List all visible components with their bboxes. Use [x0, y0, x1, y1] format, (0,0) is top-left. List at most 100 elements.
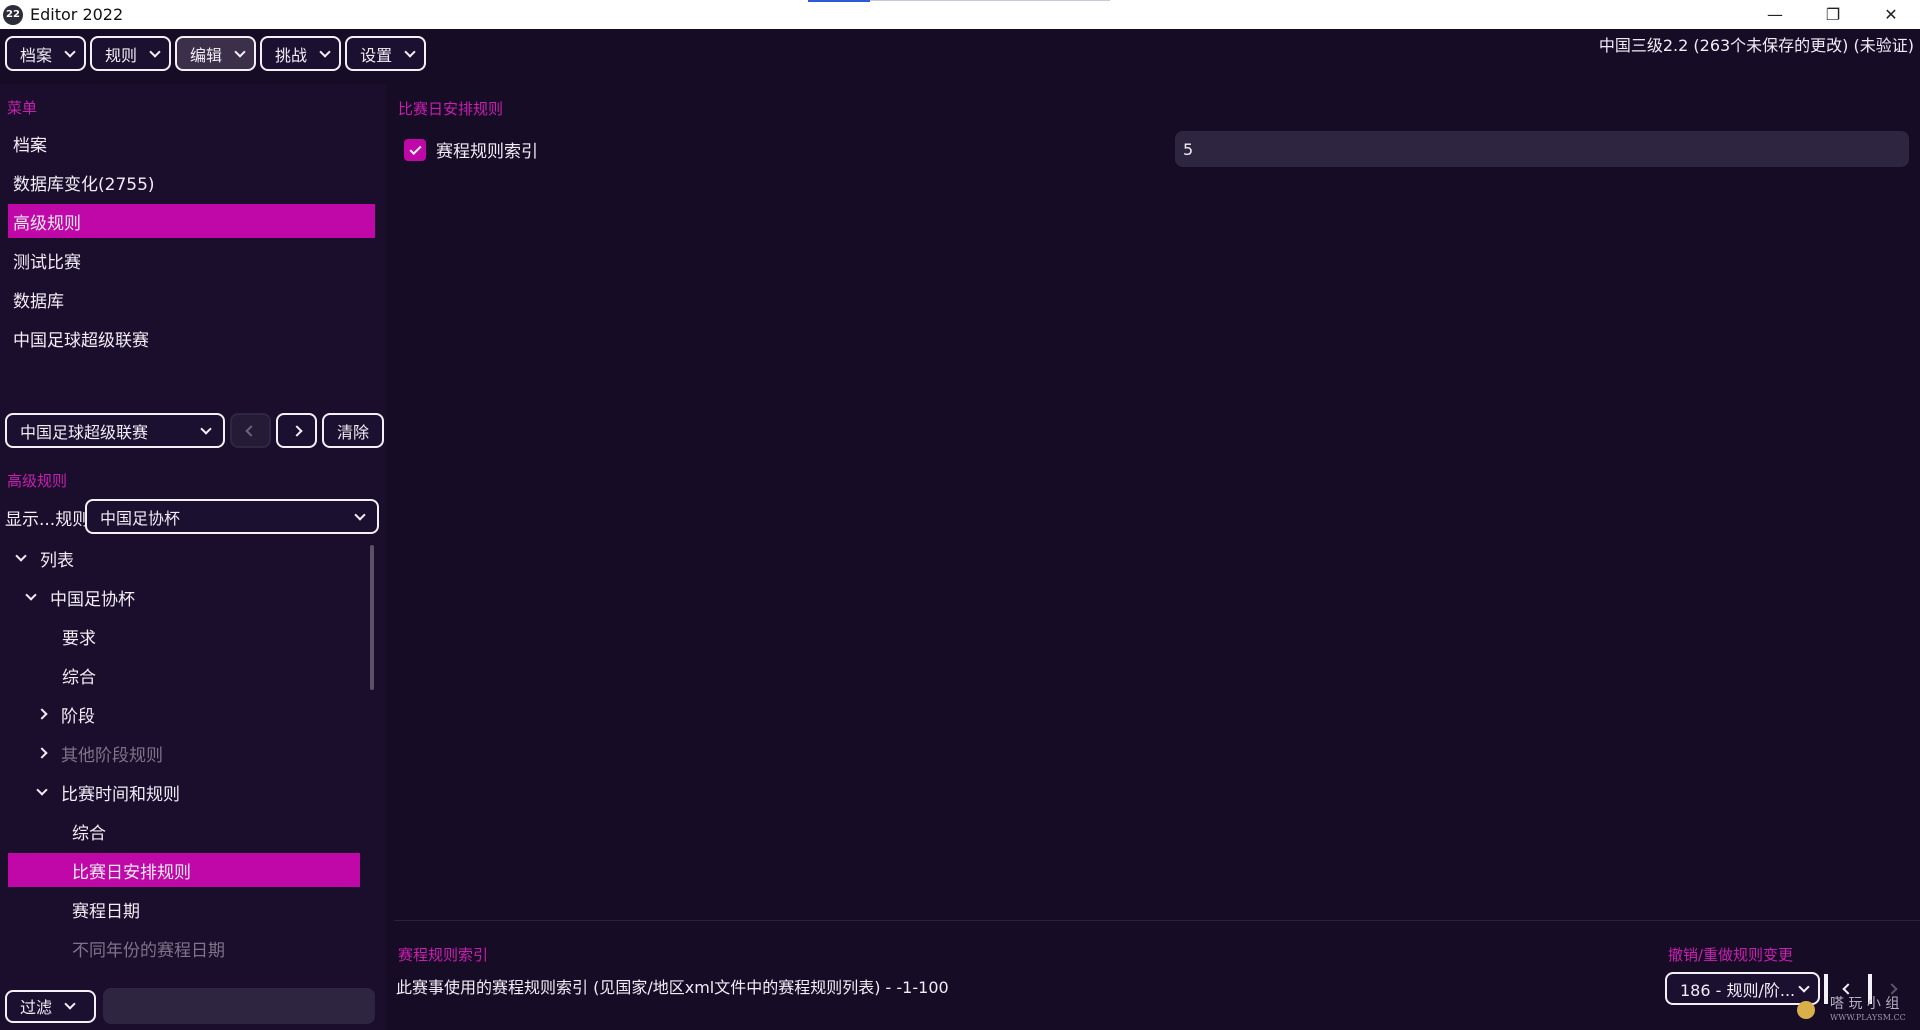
chevron-down-icon	[319, 45, 331, 58]
watermark-url: WWW.PLAYSM.CC	[1830, 1013, 1906, 1022]
watermark-text: 嗒 玩 小 组	[1830, 996, 1900, 1012]
chevron-down-icon	[200, 422, 212, 435]
chevron-down-icon	[25, 589, 37, 601]
minimize-button[interactable]: —	[1746, 0, 1804, 29]
filter-input[interactable]	[103, 988, 375, 1024]
clear-button[interactable]: 清除	[322, 413, 384, 448]
chevron-down-icon	[36, 784, 48, 796]
chevron-down-icon	[149, 45, 161, 58]
tree-item-label: 比赛时间和规则	[61, 784, 180, 805]
filter-button[interactable]: 过滤	[5, 989, 96, 1023]
nav-item-test-match[interactable]: 测试比赛	[8, 243, 375, 277]
restore-button[interactable]: ❐	[1804, 0, 1862, 29]
tree-expand-toggle[interactable]	[35, 747, 49, 759]
rules-section-title: 高级规则	[7, 472, 68, 490]
info-title: 赛程规则索引	[398, 946, 489, 964]
league-select-row: 中国足球超级联赛 清除	[5, 413, 384, 448]
nav-item-advanced-rules[interactable]: 高级规则	[8, 204, 375, 238]
menu-challenge-button[interactable]: 挑战	[260, 36, 342, 71]
league-select-value: 中国足球超级联赛	[20, 422, 149, 442]
menu-rules-label: 规则	[105, 45, 138, 65]
chevron-down-icon	[234, 45, 246, 58]
title-accent-line	[808, 0, 870, 2]
nav-item-label: 数据库	[13, 291, 64, 312]
menu-edit-button[interactable]: 编辑	[175, 36, 257, 71]
tree-item-matchday-rules[interactable]: 比赛日安排规则	[8, 853, 360, 887]
menu-section-title: 菜单	[7, 99, 38, 117]
fixture-rule-checkbox[interactable]	[404, 139, 426, 161]
watermark: 嗒 玩 小 组 WWW.PLAYSM.CC	[1830, 993, 1906, 1022]
filter-label: 过滤	[20, 998, 53, 1017]
tree-item-label: 列表	[40, 550, 74, 571]
menu-file-button[interactable]: 档案	[5, 36, 87, 71]
fixture-rule-value: 5	[1183, 139, 1194, 159]
chevron-down-icon	[64, 998, 76, 1010]
league-select[interactable]: 中国足球超级联赛	[5, 413, 225, 448]
tree-scrollbar[interactable]	[370, 545, 374, 690]
menu-rules-button[interactable]: 规则	[90, 36, 172, 71]
menu-challenge-label: 挑战	[275, 45, 308, 65]
content-section-title: 比赛日安排规则	[398, 100, 504, 118]
title-bar: 22 Editor 2022 — ❐ ✕	[0, 0, 1920, 29]
undo-title: 撤销/重做规则变更	[1668, 946, 1794, 964]
nav-item-label: 高级规则	[13, 213, 81, 234]
nav-item-database-changes[interactable]: 数据库变化(2755)	[8, 165, 375, 199]
top-menu-bar: 档案 规则 编辑 挑战 设置	[5, 36, 427, 71]
nav-item-label: 数据库变化(2755)	[13, 174, 155, 195]
window-title: Editor 2022	[30, 5, 124, 24]
tree-item-general[interactable]: 综合	[62, 658, 96, 692]
chevron-down-icon	[404, 45, 416, 58]
menu-settings-label: 设置	[360, 45, 393, 65]
nav-item-label: 测试比赛	[13, 252, 81, 273]
tree-item-other-stage-rules[interactable]: 其他阶段规则	[35, 736, 163, 770]
tree-expand-toggle[interactable]	[35, 784, 49, 796]
chevron-left-icon	[244, 424, 257, 437]
tree-item-label: 赛程日期	[72, 901, 140, 922]
menu-file-label: 档案	[20, 45, 53, 65]
tree-item-fa-cup[interactable]: 中国足协杯	[24, 580, 135, 614]
tree-item-requirements[interactable]: 要求	[62, 619, 96, 653]
tree-item-match-time-rules[interactable]: 比赛时间和规则	[35, 775, 180, 809]
prev-button[interactable]	[230, 413, 271, 448]
chevron-down-icon	[354, 508, 366, 521]
checkmark-icon	[408, 142, 422, 155]
tree-expand-toggle[interactable]	[35, 708, 49, 720]
tree-item-stages[interactable]: 阶段	[35, 697, 95, 731]
nav-item-file[interactable]: 档案	[8, 126, 375, 160]
bottom-divider	[394, 920, 1920, 921]
tree-item-label: 比赛日安排规则	[72, 862, 191, 883]
show-rules-value: 中国足协杯	[100, 508, 181, 528]
tree-expand-toggle[interactable]	[24, 589, 38, 601]
show-rules-select[interactable]: 中国足协杯	[85, 499, 379, 534]
tree-item-label: 综合	[72, 823, 106, 844]
info-description: 此赛事使用的赛程规则索引 (见国家/地区xml文件中的赛程规则列表) - -1-…	[396, 978, 949, 997]
menu-settings-button[interactable]: 设置	[345, 36, 427, 71]
fixture-rule-value-input[interactable]: 5	[1175, 131, 1909, 167]
show-rules-label: 显示...规则	[5, 510, 90, 530]
window-controls: — ❐ ✕	[1746, 0, 1920, 29]
undo-separator	[1824, 973, 1828, 1004]
chevron-down-icon	[64, 45, 76, 58]
tree-item-label: 中国足协杯	[50, 589, 135, 610]
filter-row: 过滤	[5, 988, 375, 1024]
undo-history-select[interactable]: 186 - 规则/阶...	[1665, 972, 1820, 1005]
tree-item-fixture-dates[interactable]: 赛程日期	[72, 892, 140, 926]
chevron-right-icon	[290, 424, 303, 437]
next-button[interactable]	[276, 413, 317, 448]
app-logo-icon: 22	[3, 4, 23, 25]
tree-expand-toggle[interactable]	[14, 550, 28, 562]
nav-item-label: 档案	[13, 135, 47, 156]
nav-item-csl[interactable]: 中国足球超级联赛	[8, 321, 375, 355]
tree-item-label: 综合	[62, 667, 96, 688]
nav-item-label: 中国足球超级联赛	[13, 330, 149, 351]
tree-item-general-2[interactable]: 综合	[72, 814, 106, 848]
tree-item-list[interactable]: 列表	[14, 541, 74, 575]
chevron-down-icon	[15, 550, 27, 562]
tree-item-yearly-fixture-dates[interactable]: 不同年份的赛程日期	[72, 931, 225, 965]
chevron-right-icon	[36, 708, 48, 720]
menu-edit-label: 编辑	[190, 45, 223, 65]
watermark-face-icon	[1797, 1001, 1815, 1019]
tree-item-label: 其他阶段规则	[61, 745, 163, 766]
close-button[interactable]: ✕	[1862, 0, 1920, 29]
nav-item-database[interactable]: 数据库	[8, 282, 375, 316]
